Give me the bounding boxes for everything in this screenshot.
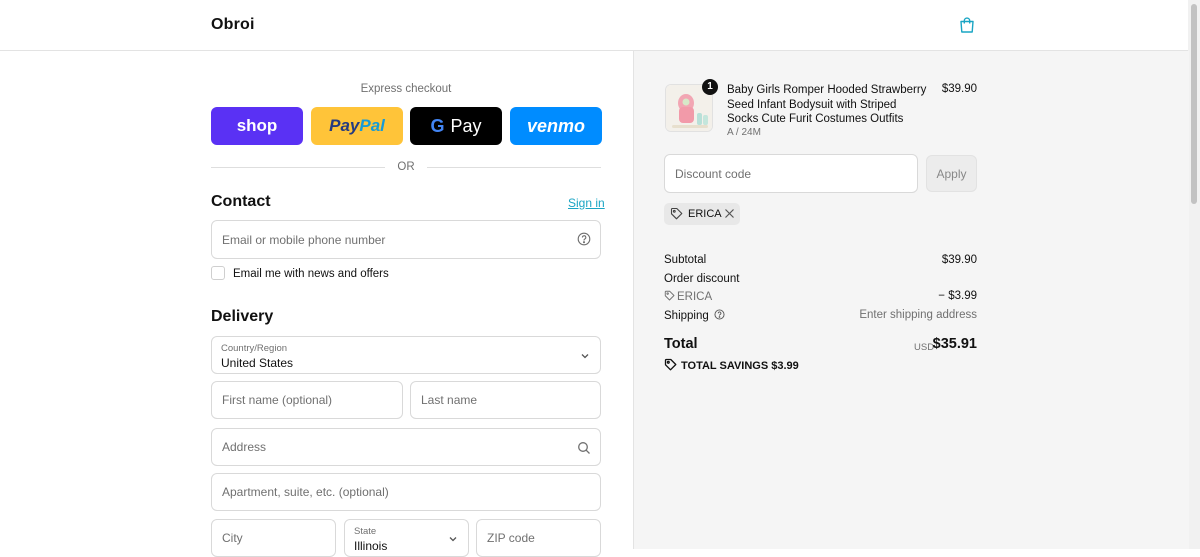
country-value: United States: [221, 356, 294, 370]
paypal-button[interactable]: PayPal: [311, 107, 403, 145]
store-logo[interactable]: Obroi: [211, 16, 255, 34]
shipping-label: Shipping: [664, 309, 725, 322]
tag-icon: [664, 358, 677, 371]
search-icon: [578, 442, 590, 454]
shipping-value: Enter shipping address: [859, 309, 977, 321]
email-input[interactable]: [212, 221, 600, 258]
newsletter-checkbox[interactable]: [211, 266, 225, 280]
subtotal-value: $39.90: [941, 254, 977, 266]
google-pay-label: Pay: [450, 115, 482, 136]
remove-discount-icon[interactable]: [724, 207, 735, 220]
city-field[interactable]: [211, 519, 336, 557]
country-label: Country/Region: [221, 343, 288, 354]
apply-discount-button[interactable]: Apply: [926, 155, 977, 192]
apartment-field[interactable]: [211, 473, 601, 511]
contact-heading: Contact: [211, 193, 271, 210]
discount-code-field[interactable]: [664, 154, 918, 193]
address-field[interactable]: [211, 428, 601, 466]
subtotal-label: Subtotal: [664, 254, 707, 266]
last-name-field[interactable]: [410, 381, 601, 419]
chevron-down-icon: [449, 537, 457, 542]
shopping-bag-icon[interactable]: [958, 16, 976, 34]
order-discount-value: − $3.99: [938, 290, 977, 302]
newsletter-label: Email me with news and offers: [233, 268, 389, 280]
page-scrollbar[interactable]: [1188, 0, 1200, 549]
delivery-heading: Delivery: [211, 308, 274, 325]
help-circle-icon[interactable]: [714, 309, 725, 320]
scroll-thumb[interactable]: [1191, 4, 1197, 204]
venmo-button[interactable]: venmo: [510, 107, 602, 145]
chevron-down-icon: [581, 354, 589, 359]
address-input[interactable]: [212, 429, 600, 465]
total-currency: USD: [914, 342, 935, 353]
zip-field[interactable]: [476, 519, 601, 557]
product-price: $39.90: [941, 83, 977, 95]
shop-pay-button[interactable]: shop: [211, 107, 303, 145]
google-g-icon: G: [430, 115, 445, 136]
product-name: Baby Girls Romper Hooded Strawberry Seed…: [727, 84, 927, 125]
express-checkout-label: Express checkout: [360, 83, 452, 95]
first-name-input[interactable]: [212, 382, 402, 418]
total-label: Total: [664, 336, 698, 352]
or-text: OR: [397, 161, 415, 173]
applied-discount-chip: ERICA: [664, 203, 740, 225]
google-pay-button[interactable]: G Pay: [410, 107, 502, 145]
apartment-input[interactable]: [212, 474, 600, 510]
applied-discount-code: ERICA: [688, 208, 722, 220]
paypal-logo: PayPal: [329, 116, 385, 135]
state-label: State: [354, 526, 377, 537]
product-variant: A / 24M: [727, 127, 761, 138]
email-field[interactable]: [211, 220, 601, 259]
quantity-badge: 1: [702, 79, 718, 95]
tag-icon: [670, 207, 683, 220]
total-savings: TOTAL SAVINGS $3.99: [664, 358, 799, 372]
last-name-input[interactable]: [411, 382, 600, 418]
total-value: $35.91: [932, 336, 977, 352]
sign-in-link[interactable]: Sign in: [568, 196, 605, 210]
country-select[interactable]: Country/Region United States: [211, 336, 601, 374]
shop-pay-logo: shop: [236, 116, 278, 135]
tag-icon: [664, 290, 675, 301]
or-divider: OR: [211, 161, 601, 175]
discount-code-input[interactable]: [665, 155, 917, 192]
state-select[interactable]: State Illinois: [344, 519, 469, 557]
zip-input[interactable]: [477, 520, 600, 556]
city-input[interactable]: [212, 520, 335, 556]
state-value: Illinois: [354, 539, 388, 553]
order-discount-label: Order discount: [664, 273, 740, 285]
order-discount-code: ERICA: [664, 290, 712, 303]
header: Obroi: [0, 0, 1188, 51]
first-name-field[interactable]: [211, 381, 403, 419]
venmo-logo: venmo: [526, 115, 586, 136]
help-circle-icon[interactable]: [577, 232, 591, 246]
